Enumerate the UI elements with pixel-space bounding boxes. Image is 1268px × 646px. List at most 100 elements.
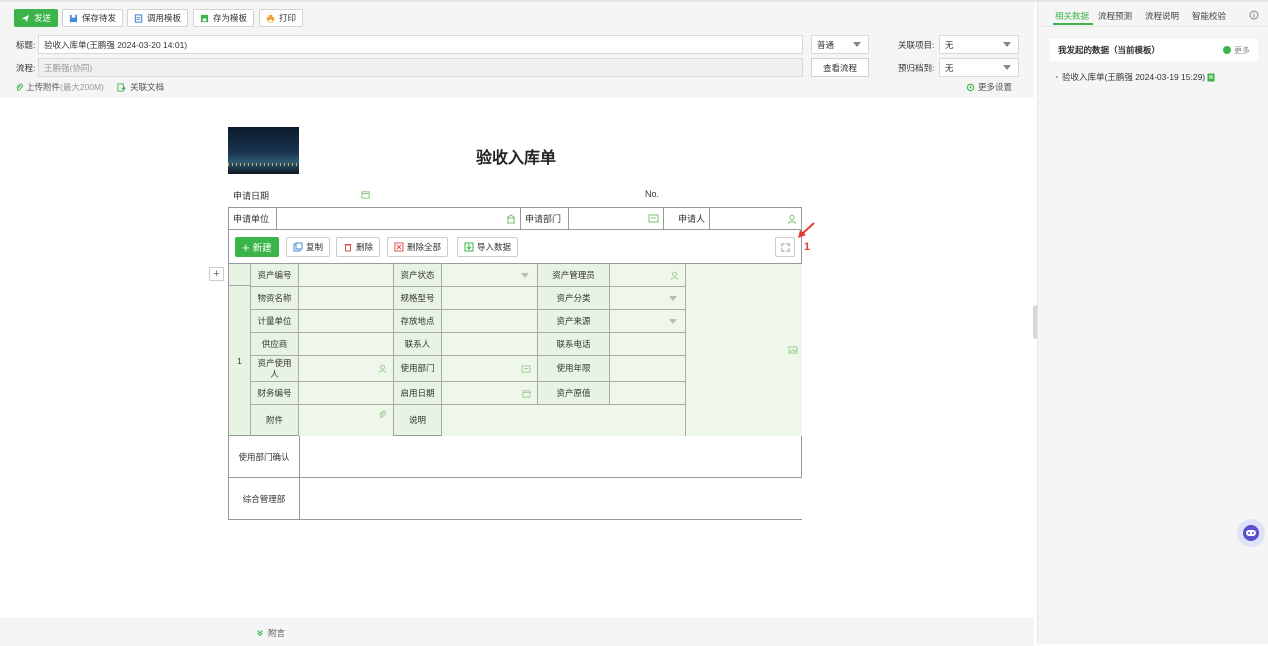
fullscreen-button[interactable] <box>775 237 795 257</box>
apply-date-row: 申请日期 No. <box>228 189 804 203</box>
more-settings-link[interactable]: 更多设置 <box>966 81 1012 93</box>
unit-measure-field[interactable] <box>299 310 394 333</box>
related-item-text: 验收入库单(王鹏强 2024-03-19 15:29) <box>1062 72 1206 82</box>
related-project-value: 无 <box>945 39 954 50</box>
upload-attachment-link[interactable]: 上传附件 (最大200M) <box>15 81 104 93</box>
start-date-field[interactable] <box>442 382 538 405</box>
paperclip-icon <box>16 83 23 91</box>
copy-label: 复制 <box>306 242 324 252</box>
tab-flow-desc[interactable]: 流程说明 <box>1145 10 1179 22</box>
unit-field[interactable] <box>277 208 521 229</box>
send-button[interactable]: 发送 <box>14 9 59 27</box>
bullet <box>1056 76 1058 78</box>
info-icon[interactable] <box>1249 10 1259 20</box>
right-panel: 相关数据 流程预测 流程说明 智能校验 我发起的数据（当前模板） 更多 验收入库… <box>1037 2 1268 644</box>
attachment-field[interactable] <box>299 405 394 436</box>
dept-field[interactable] <box>569 208 664 229</box>
unit-measure-label: 计量单位 <box>251 310 299 333</box>
spec-label: 规格型号 <box>394 287 442 310</box>
applicant-field[interactable] <box>710 208 801 229</box>
save-pending-label: 保存待发 <box>82 13 117 23</box>
asset-category-select[interactable] <box>610 287 686 310</box>
asset-status-select[interactable] <box>442 264 538 287</box>
image-icon <box>788 346 798 354</box>
general-dept-label: 综合管理部 <box>229 478 300 519</box>
archive-value: 无 <box>945 62 954 73</box>
assistant-robot-button[interactable] <box>1237 519 1265 547</box>
general-dept-row: 综合管理部 <box>228 478 802 520</box>
call-template-label: 调用模板 <box>147 13 182 23</box>
finance-no-field[interactable] <box>299 382 394 405</box>
tab-flow-predict[interactable]: 流程预测 <box>1098 10 1132 22</box>
new-row-button[interactable]: + 新建 <box>235 237 279 257</box>
attachment-label: 附件 <box>251 405 299 436</box>
archive-select[interactable]: 无 <box>939 58 1019 77</box>
gear-icon <box>966 83 975 91</box>
contact-field[interactable] <box>442 333 538 356</box>
call-template-button[interactable]: 调用模板 <box>127 9 189 27</box>
view-flow-button[interactable]: 查看流程 <box>811 58 869 77</box>
appendix-label: 附言 <box>268 628 286 638</box>
related-project-select[interactable]: 无 <box>939 35 1019 54</box>
asset-user-field[interactable] <box>299 356 394 382</box>
calendar-icon[interactable] <box>361 190 370 199</box>
applicant-info-row: 申请单位 申请部门 申请人 <box>228 207 802 229</box>
tab-related-data[interactable]: 相关数据 <box>1055 10 1089 22</box>
image-field[interactable] <box>686 264 802 436</box>
title-label: 标题: <box>16 40 36 50</box>
location-field[interactable] <box>442 310 538 333</box>
row-number: 1 <box>229 286 251 436</box>
save-template-button[interactable]: 存为模板 <box>193 9 255 27</box>
title-input[interactable]: 验收入库单(王鹏强 2024-03-20 14:01) <box>38 35 803 54</box>
send-icon <box>21 14 30 22</box>
delete-all-button[interactable]: 删除全部 <box>387 237 449 257</box>
add-row-button[interactable]: + <box>209 267 224 281</box>
more-link[interactable]: 更多 <box>1223 45 1250 56</box>
import-data-button[interactable]: 导入数据 <box>457 237 519 257</box>
dept-confirm-field[interactable] <box>300 436 801 477</box>
asset-no-label: 资产编号 <box>251 264 299 287</box>
upload-label: 上传附件 <box>26 82 61 92</box>
priority-value: 普通 <box>817 39 835 50</box>
tab-smart-check[interactable]: 智能校验 <box>1192 10 1226 22</box>
general-dept-field[interactable] <box>300 478 802 519</box>
form-header: 发送 保存待发 调用模板 存为模板 打印 标题: 验收入库单(王鹏强 2024-… <box>0 2 1034 98</box>
delete-button[interactable]: 删除 <box>336 237 381 257</box>
spec-field[interactable] <box>442 287 538 310</box>
document-title: 验收入库单 <box>475 150 556 167</box>
life-field[interactable] <box>610 356 686 382</box>
related-item[interactable]: 验收入库单(王鹏强 2024-03-19 15:29) <box>1056 71 1215 83</box>
more-settings-label: 更多设置 <box>978 82 1013 92</box>
save-pending-button[interactable]: 保存待发 <box>62 9 124 27</box>
trash-icon <box>344 244 352 252</box>
document-icon <box>1207 73 1215 81</box>
material-name-field[interactable] <box>299 287 394 310</box>
related-doc-label: 关联文档 <box>130 82 165 92</box>
subtable-toolbar: + 新建 复制 删除 删除全部 导入数据 <box>228 229 802 263</box>
life-label: 使用年限 <box>538 356 610 382</box>
phone-field[interactable] <box>610 333 686 356</box>
appendix-toggle[interactable]: 附言 <box>256 627 285 639</box>
flow-input[interactable]: 王鹏强(协同) <box>38 58 803 77</box>
supplier-field[interactable] <box>299 333 394 356</box>
remark-field[interactable] <box>442 405 686 436</box>
asset-admin-label: 资产管理员 <box>538 264 610 287</box>
document-link-icon <box>117 82 126 92</box>
asset-admin-field[interactable] <box>610 264 686 287</box>
priority-select[interactable]: 普通 <box>811 35 869 54</box>
chevron-down-icon <box>669 318 677 324</box>
original-value-field[interactable] <box>610 382 686 405</box>
asset-category-label: 资产分类 <box>538 287 610 310</box>
asset-source-select[interactable] <box>610 310 686 333</box>
chevron-down-icon <box>1003 65 1011 70</box>
original-value-label: 资产原值 <box>538 382 610 405</box>
row-index-header <box>229 264 251 286</box>
more-label: 更多 <box>1234 45 1250 55</box>
unit-label: 申请单位 <box>229 208 277 229</box>
copy-button[interactable]: 复制 <box>286 237 331 257</box>
use-dept-field[interactable] <box>442 356 538 382</box>
applicant-label: 申请人 <box>664 208 710 229</box>
related-doc-link[interactable]: 关联文档 <box>117 81 164 93</box>
print-button[interactable]: 打印 <box>259 9 304 27</box>
asset-no-field[interactable] <box>299 264 394 287</box>
